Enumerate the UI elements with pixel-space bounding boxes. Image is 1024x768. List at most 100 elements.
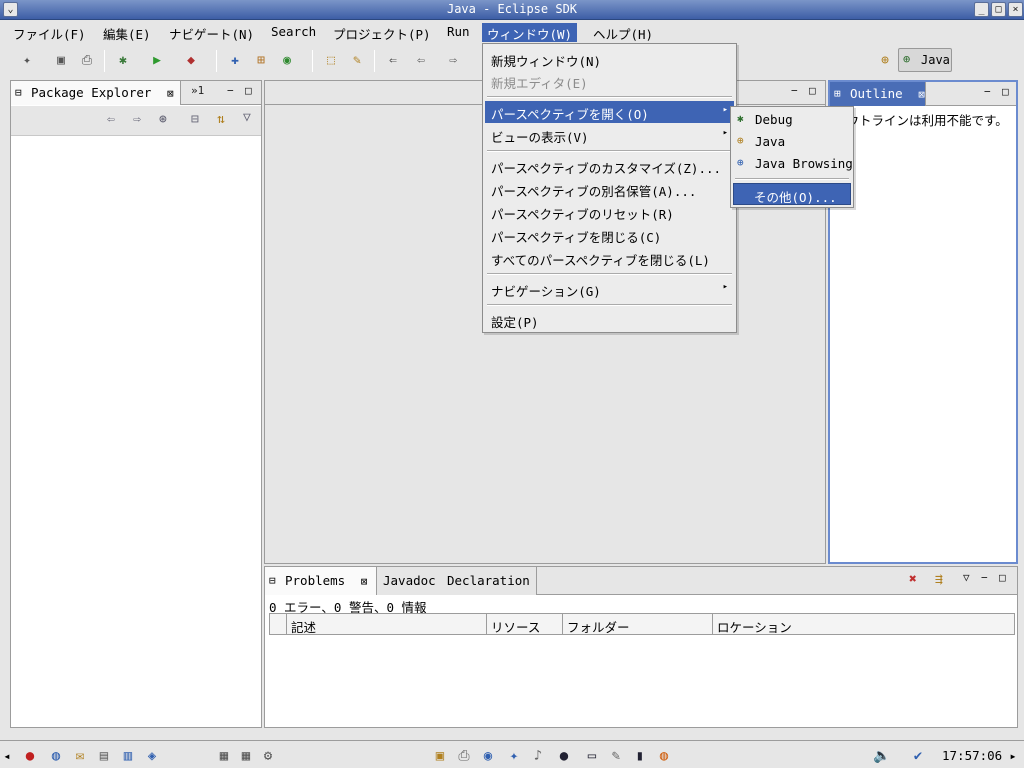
start-menu-icon[interactable]: ● (20, 747, 40, 765)
workspace-switcher-icon[interactable]: ▦ (214, 747, 234, 765)
music-icon[interactable]: ♪ (528, 747, 548, 765)
view-menu-icon[interactable]: ▽ (243, 110, 251, 125)
menu-help[interactable]: ヘルプ(H) (588, 23, 658, 42)
column-header-folder[interactable]: フォルダー (563, 613, 713, 635)
menu-item-navigation[interactable]: ナビゲーション(G) ▸ (485, 278, 734, 300)
link-with-editor-icon[interactable]: ⇅ (217, 112, 225, 127)
minimize-view-button[interactable]: − (227, 84, 234, 97)
mail-icon[interactable]: ✉ (70, 747, 90, 765)
problems-icon: ⊟ (269, 574, 276, 587)
tab-outline[interactable]: ⊞ Outline ⊠ (830, 82, 926, 106)
close-icon[interactable]: ⊠ (918, 88, 925, 101)
menu-item-close-perspective[interactable]: パースペクティブを閉じる(C) (485, 224, 734, 246)
globe-icon[interactable]: ◉ (478, 747, 498, 765)
save-icon[interactable]: ▣ (52, 52, 70, 70)
new-package-icon[interactable]: ⊞ (252, 52, 270, 70)
open-perspective-icon[interactable]: ⊕ (876, 52, 894, 70)
update-icon[interactable]: ✔ (908, 747, 928, 765)
menu-item-close-all-perspectives[interactable]: すべてのパースペクティブを閉じる(L) (485, 247, 734, 269)
filter-icon[interactable]: ⇶ (935, 572, 943, 587)
menu-item-customize-perspective[interactable]: パースペクティブのカスタマイズ(Z)... (485, 155, 734, 177)
collapse-all-icon[interactable]: ⊟ (191, 112, 199, 127)
java-perspective-button[interactable]: ⊕ Java (898, 48, 952, 72)
minimize-view-button[interactable]: − (984, 85, 991, 98)
debug-icon[interactable]: ✱ (114, 52, 132, 70)
open-type-icon[interactable]: ⬚ (322, 52, 340, 70)
forward-icon[interactable]: ⇨ (133, 112, 141, 127)
taskbar-scroll-left-icon[interactable]: ◂ (0, 747, 14, 765)
submenu-item-java[interactable]: ⊕ Java (733, 131, 851, 153)
overflow-tabs-button[interactable]: »1 (191, 84, 204, 97)
column-header-resource[interactable]: リソース (487, 613, 563, 635)
submenu-item-debug[interactable]: ✱ Debug (733, 109, 851, 131)
up-icon[interactable]: ⊛ (159, 112, 167, 127)
new-class-icon[interactable]: ◉ (278, 52, 296, 70)
printer-icon[interactable]: ⎙ (454, 747, 474, 765)
menu-item-new-window[interactable]: 新規ウィンドウ(N) (485, 48, 734, 70)
editor-icon[interactable]: ✎ (606, 747, 626, 765)
view-menu-icon[interactable]: ▽ (963, 571, 970, 584)
menu-search[interactable]: Search (266, 23, 321, 42)
volume-icon[interactable]: 🔈 (872, 747, 892, 765)
menu-project[interactable]: プロジェクト(P) (328, 23, 436, 42)
back-icon[interactable]: ⇦ (107, 112, 115, 127)
column-header-icon[interactable] (269, 613, 287, 635)
minimize-editor-button[interactable]: − (791, 84, 798, 97)
workspace-switcher-icon[interactable]: ▦ (236, 747, 256, 765)
delete-icon[interactable]: ✖ (909, 572, 917, 587)
office-icon[interactable]: ▥ (118, 747, 138, 765)
menu-run[interactable]: Run (442, 23, 475, 42)
menu-navigate[interactable]: ナビゲート(N) (164, 23, 259, 42)
new-java-project-icon[interactable]: ✚ (226, 52, 244, 70)
taskbar-scroll-right-icon[interactable]: ▸ (1006, 747, 1020, 765)
tab-package-explorer[interactable]: ⊟ Package Explorer ⊠ (11, 81, 181, 105)
submenu-item-other[interactable]: その他(O)... (733, 183, 851, 205)
maximize-view-button[interactable]: □ (999, 571, 1006, 584)
close-icon[interactable]: ⊠ (167, 87, 174, 100)
maximize-view-button[interactable]: □ (1002, 85, 1009, 98)
minimize-view-button[interactable]: − (981, 571, 988, 584)
tab-javadoc[interactable]: Javadoc (377, 567, 442, 595)
column-header-description[interactable]: 記述 (287, 613, 487, 635)
menu-item-show-view[interactable]: ビューの表示(V) ▸ (485, 124, 734, 146)
search-icon[interactable]: ✦ (504, 747, 524, 765)
terminal-icon[interactable]: ▤ (94, 747, 114, 765)
external-tools-icon[interactable]: ◆ (182, 52, 200, 70)
tab-declaration[interactable]: Declaration (441, 567, 537, 595)
eclipse-icon[interactable]: ● (554, 747, 574, 765)
close-icon[interactable]: ⊠ (361, 575, 368, 588)
back-icon[interactable]: ⇦ (412, 52, 430, 70)
menu-edit[interactable]: 編集(E) (98, 23, 156, 42)
file-manager-icon[interactable]: ▣ (430, 747, 450, 765)
forward-icon[interactable]: ⇨ (444, 52, 462, 70)
network-icon[interactable]: ⚙ (258, 747, 278, 765)
last-edit-icon[interactable]: ⇐ (384, 52, 402, 70)
close-button[interactable]: × (1008, 2, 1023, 17)
help-icon[interactable]: ◈ (142, 747, 162, 765)
print-icon[interactable]: ⎙ (78, 52, 96, 70)
browser-icon[interactable]: ◍ (46, 747, 66, 765)
submenu-item-java-browsing[interactable]: ⊕ Java Browsing (733, 153, 853, 175)
firefox-icon[interactable]: ◍ (654, 747, 674, 765)
maximize-editor-button[interactable]: □ (809, 84, 816, 97)
new-icon[interactable]: ✦ (18, 52, 36, 70)
menu-file[interactable]: ファイル(F) (8, 23, 91, 42)
menu-item-open-perspective[interactable]: パースペクティブを開く(O) ▸ (485, 101, 734, 123)
java-browsing-icon: ⊕ (737, 156, 744, 169)
minimize-button[interactable]: _ (974, 2, 989, 17)
column-header-location[interactable]: ロケーション (713, 613, 1015, 635)
toolbar-separator (216, 50, 217, 72)
run-icon[interactable]: ▶ (148, 52, 166, 70)
maximize-view-button[interactable]: □ (245, 84, 252, 97)
tab-problems[interactable]: ⊟ Problems ⊠ (265, 567, 377, 595)
menu-item-preferences[interactable]: 設定(P) (485, 309, 734, 331)
film-icon[interactable]: ▮ (630, 747, 650, 765)
menu-separator (487, 304, 732, 306)
window-menu-dropdown: 新規ウィンドウ(N) 新規エディタ(E) パースペクティブを開く(O) ▸ ビュ… (482, 43, 737, 333)
monitor-icon[interactable]: ▭ (582, 747, 602, 765)
menu-window[interactable]: ウィンドウ(W) (482, 23, 578, 42)
maximize-button[interactable]: □ (991, 2, 1006, 17)
menu-item-reset-perspective[interactable]: パースペクティブのリセット(R) (485, 201, 734, 223)
search-icon[interactable]: ✎ (348, 52, 366, 70)
menu-item-save-perspective-as[interactable]: パースペクティブの別名保管(A)... (485, 178, 734, 200)
